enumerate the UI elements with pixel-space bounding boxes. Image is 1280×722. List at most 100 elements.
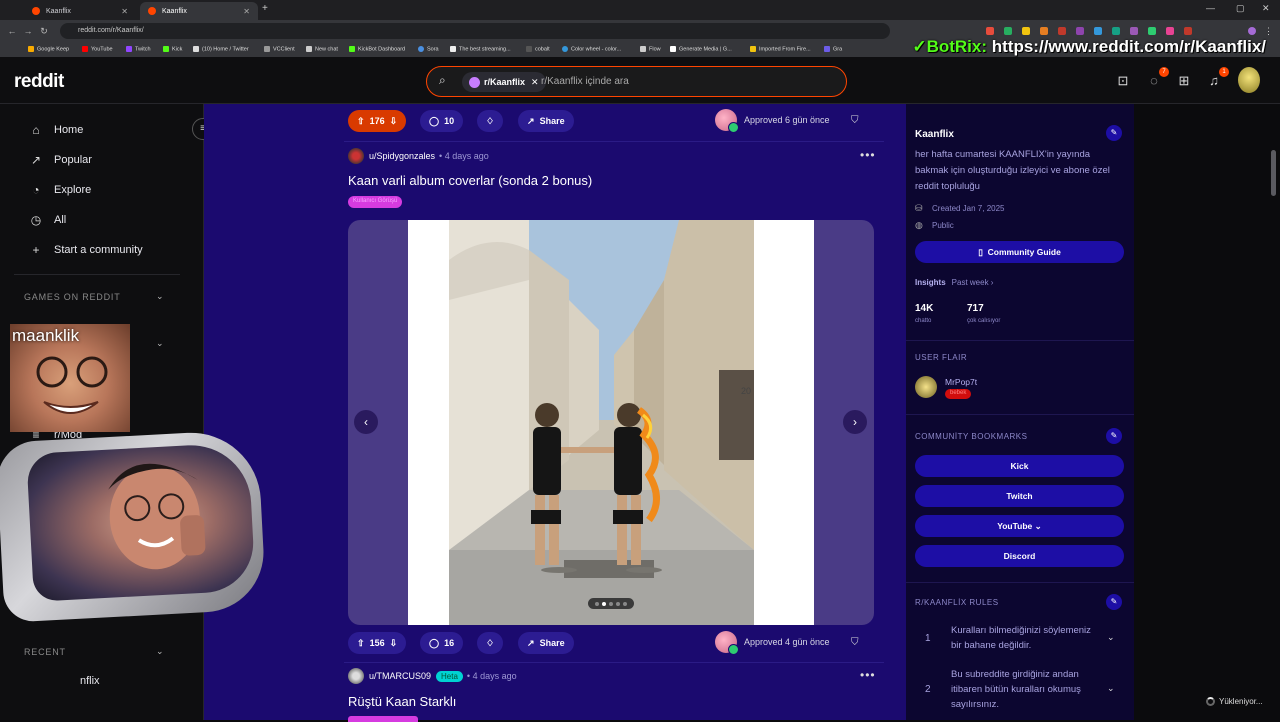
bookmark[interactable]: Gra	[824, 46, 842, 52]
recent-section-heading[interactable]: RECENT	[24, 647, 66, 657]
url-bar[interactable]: reddit.com/r/Kaanflix/	[60, 23, 890, 39]
share-button[interactable]: ↗ Share	[518, 110, 574, 132]
edit-pencil-icon[interactable]: ✎	[1106, 428, 1122, 444]
close-window-icon[interactable]: ✕	[1262, 3, 1270, 14]
sidebar-item-start-community[interactable]: + Start a community	[28, 243, 142, 257]
bookmark[interactable]: Kick	[163, 46, 182, 52]
downvote-icon[interactable]: ⇩	[390, 638, 398, 649]
chevron-down-icon[interactable]: ⌄	[156, 646, 164, 657]
chat-icon[interactable]: ◌ 7	[1146, 67, 1169, 89]
carousel-prev-button[interactable]: ‹	[354, 410, 378, 434]
pager-dot[interactable]	[595, 601, 599, 606]
bookmark[interactable]: VCClient	[264, 46, 295, 52]
mod-shield-icon[interactable]: ⛉	[851, 115, 859, 126]
comments-button[interactable]: ◯ 10	[420, 110, 464, 132]
new-tab-icon[interactable]: +	[262, 3, 268, 14]
extension-icon[interactable]	[986, 27, 994, 35]
maximize-icon[interactable]: ▢	[1236, 3, 1245, 14]
close-tab-icon[interactable]: ✕	[243, 7, 250, 16]
edit-pencil-icon[interactable]: ✎	[1106, 125, 1122, 141]
browser-menu-icon[interactable]: ⋮	[1264, 26, 1273, 37]
sidebar-item-explore[interactable]: ◔ Explore	[28, 183, 91, 197]
award-button[interactable]: ♢	[477, 632, 504, 654]
browser-tab[interactable]: Kaanflix ✕	[24, 2, 136, 20]
search-community-chip[interactable]: r/Kaanflix ✕	[462, 72, 546, 92]
post-title[interactable]: Rüştü Kaan Starklı	[348, 694, 456, 709]
reddit-logo[interactable]: reddit	[14, 71, 64, 93]
insights-row[interactable]: Insights Past week ›	[915, 278, 993, 287]
share-button[interactable]: ↗ Share	[518, 632, 574, 654]
more-options-icon[interactable]: •••	[860, 148, 876, 162]
extension-icon[interactable]	[1022, 27, 1030, 35]
edit-pencil-icon[interactable]: ✎	[1106, 594, 1122, 610]
reload-icon[interactable]: ↻	[36, 26, 52, 37]
bookmark-twitch-button[interactable]: Twitch	[915, 485, 1124, 507]
chevron-down-icon[interactable]: ⌄	[1107, 681, 1115, 696]
sidebar-item-all[interactable]: ◷ All	[28, 213, 66, 227]
post-author[interactable]: u/Spidygonzales	[369, 151, 435, 161]
upvote-icon[interactable]: ⇧	[357, 116, 365, 127]
extension-icon[interactable]	[1094, 27, 1102, 35]
rule-item[interactable]: 2 Bu subreddite girdiğiniz andan itibare…	[915, 667, 1124, 713]
flair-user-name[interactable]: MrPop7t	[945, 377, 977, 387]
close-tab-icon[interactable]: ✕	[121, 7, 128, 16]
user-avatar[interactable]	[348, 148, 364, 164]
bookmark[interactable]: Twitch	[126, 46, 151, 52]
more-options-icon[interactable]: •••	[860, 668, 876, 682]
advertise-icon[interactable]: ⊡	[1115, 73, 1131, 89]
back-icon[interactable]: ←	[4, 26, 20, 36]
bookmark[interactable]: The best streaming...	[450, 46, 511, 52]
bookmark[interactable]: New chat	[306, 46, 338, 52]
carousel-next-button[interactable]: ›	[843, 410, 867, 434]
bookmark[interactable]: (10) Home / Twitter	[193, 46, 249, 52]
bookmark-youtube-button[interactable]: YouTube ⌄	[915, 515, 1124, 537]
sidebar-item-popular[interactable]: ↗ Popular	[28, 153, 92, 167]
bookmark[interactable]: KickBot Dashboard	[349, 46, 405, 52]
bookmark[interactable]: Generate Media | G...	[670, 46, 732, 52]
extension-icon[interactable]	[1166, 27, 1174, 35]
remove-chip-icon[interactable]: ✕	[531, 77, 539, 88]
pager-dot[interactable]	[609, 601, 613, 606]
page-scrollbar[interactable]	[1271, 150, 1276, 196]
rule-item[interactable]: 1 Kuralları bilmediğinizi söylemeniz bir…	[915, 623, 1124, 655]
extension-icon[interactable]	[1004, 27, 1012, 35]
bookmark[interactable]: Sora	[418, 46, 439, 52]
user-avatar[interactable]	[348, 668, 364, 684]
extension-icon[interactable]	[1148, 27, 1156, 35]
chevron-down-icon[interactable]: ⌄	[1107, 630, 1115, 645]
search-bar[interactable]: ⌕ r/Kaanflix ✕ r/Kaanflix içinde ara	[426, 66, 847, 97]
post-media-carousel[interactable]: 20 ‹ ›	[348, 220, 874, 625]
chevron-down-icon[interactable]: ⌄	[156, 291, 164, 302]
downvote-icon[interactable]: ⇩	[390, 116, 398, 127]
bookmark[interactable]: Color wheel - color...	[562, 46, 621, 52]
bookmark[interactable]: Imported From Fire...	[750, 46, 811, 52]
minimize-icon[interactable]: —	[1206, 3, 1215, 13]
bookmark[interactable]: Google Keep	[28, 46, 69, 52]
mod-shield-icon[interactable]: ⛉	[851, 637, 859, 648]
forward-icon[interactable]: →	[20, 26, 36, 36]
bookmark-discord-button[interactable]: Discord	[915, 545, 1124, 567]
extension-icon[interactable]	[1076, 27, 1084, 35]
extension-icon[interactable]	[1184, 27, 1192, 35]
pager-dot-active[interactable]	[602, 601, 606, 606]
vote-button[interactable]: ⇧ 156 ⇩	[348, 632, 407, 654]
bookmark[interactable]: cobalt	[526, 46, 550, 52]
recent-item[interactable]: nflix	[80, 675, 100, 687]
create-post-icon[interactable]: ⊞	[1176, 73, 1192, 89]
award-button[interactable]: ♢	[477, 110, 504, 132]
bookmark[interactable]: Flow	[640, 46, 661, 52]
post-flair[interactable]	[348, 716, 418, 722]
community-guide-button[interactable]: ▯ Community Guide	[915, 241, 1124, 263]
user-avatar[interactable]	[1238, 67, 1260, 93]
vote-button[interactable]: ⇧ 176 ⇩	[348, 110, 407, 132]
upvote-icon[interactable]: ⇧	[357, 638, 365, 649]
extension-icon[interactable]	[1040, 27, 1048, 35]
profile-avatar-icon[interactable]	[1248, 27, 1256, 35]
browser-tab-active[interactable]: Kaanflix ✕	[140, 2, 258, 20]
chevron-down-icon[interactable]: ⌄	[156, 338, 164, 349]
sidebar-item-home[interactable]: ⌂ Home	[28, 123, 83, 137]
games-section-heading[interactable]: GAMES ON REDDIT	[24, 292, 121, 302]
post-flair[interactable]: Kullanıcı Görüşü	[348, 196, 403, 208]
post-title[interactable]: Kaan varli album coverlar (sonda 2 bonus…	[348, 173, 592, 188]
extension-icon[interactable]	[1130, 27, 1138, 35]
